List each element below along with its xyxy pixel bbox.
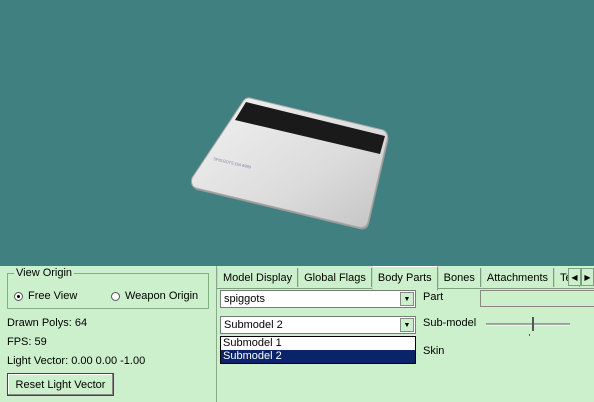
dropdown-option-submodel-1[interactable]: Submodel 1 bbox=[221, 337, 415, 350]
free-view-label: Free View bbox=[28, 290, 78, 302]
view-origin-group: View Origin Free View Weapon Origin bbox=[7, 267, 209, 309]
tab-scroll-right-icon[interactable]: ▶ bbox=[581, 268, 594, 286]
left-panel: View Origin Free View Weapon Origin Draw… bbox=[0, 266, 217, 402]
part-field[interactable] bbox=[480, 290, 594, 307]
tab-attachments[interactable]: Attachments bbox=[480, 268, 555, 287]
slider-thumb[interactable] bbox=[532, 317, 534, 331]
tab-scroll-left-icon[interactable]: ◀ bbox=[568, 268, 581, 286]
part-combo[interactable]: spiggots ▼ bbox=[220, 290, 416, 308]
fps-text: FPS: 59 bbox=[7, 336, 47, 348]
tab-bar: Model Display Global Flags Body Parts Bo… bbox=[217, 266, 594, 291]
tab-global-flags[interactable]: Global Flags bbox=[298, 268, 372, 287]
part-label: Part bbox=[423, 291, 444, 303]
reset-light-vector-button[interactable]: Reset Light Vector bbox=[7, 373, 114, 396]
radio-checked-icon bbox=[14, 291, 23, 301]
submodel-combo-value: Submodel 2 bbox=[224, 319, 283, 331]
control-panel: View Origin Free View Weapon Origin Draw… bbox=[0, 266, 594, 402]
weapon-origin-label: Weapon Origin bbox=[125, 290, 199, 302]
dropdown-arrow-icon[interactable]: ▼ bbox=[400, 318, 414, 332]
submodel-combo[interactable]: Submodel 2 ▼ bbox=[220, 316, 416, 334]
weapon-origin-radio[interactable]: Weapon Origin bbox=[111, 290, 198, 302]
dropdown-option-submodel-2[interactable]: Submodel 2 bbox=[221, 350, 415, 363]
tab-scroll-buttons: ◀ ▶ bbox=[568, 268, 594, 286]
submodel-dropdown-list: Submodel 1 Submodel 2 bbox=[220, 336, 416, 364]
model-viewport[interactable]: SPIGGOTS DIA 9999 bbox=[0, 0, 594, 266]
tab-model-display[interactable]: Model Display bbox=[217, 268, 299, 287]
skin-label: Skin bbox=[423, 345, 445, 357]
part-combo-value: spiggots bbox=[224, 293, 265, 305]
drawn-polys-text: Drawn Polys: 64 bbox=[7, 317, 88, 329]
submodel-slider[interactable] bbox=[486, 314, 570, 338]
submodel-label: Sub-model bbox=[423, 317, 477, 329]
radio-unchecked-icon bbox=[111, 291, 120, 301]
right-panel: Model Display Global Flags Body Parts Bo… bbox=[217, 266, 594, 402]
model-render: SPIGGOTS DIA 9999 bbox=[191, 97, 389, 230]
dropdown-arrow-icon[interactable]: ▼ bbox=[400, 292, 414, 306]
tab-bones[interactable]: Bones bbox=[437, 268, 481, 287]
view-origin-legend: View Origin bbox=[14, 267, 75, 279]
tab-body-parts[interactable]: Body Parts bbox=[371, 266, 438, 291]
light-vector-text: Light Vector: 0.00 0.00 -1.00 bbox=[7, 355, 146, 367]
free-view-radio[interactable]: Free View bbox=[14, 290, 77, 302]
